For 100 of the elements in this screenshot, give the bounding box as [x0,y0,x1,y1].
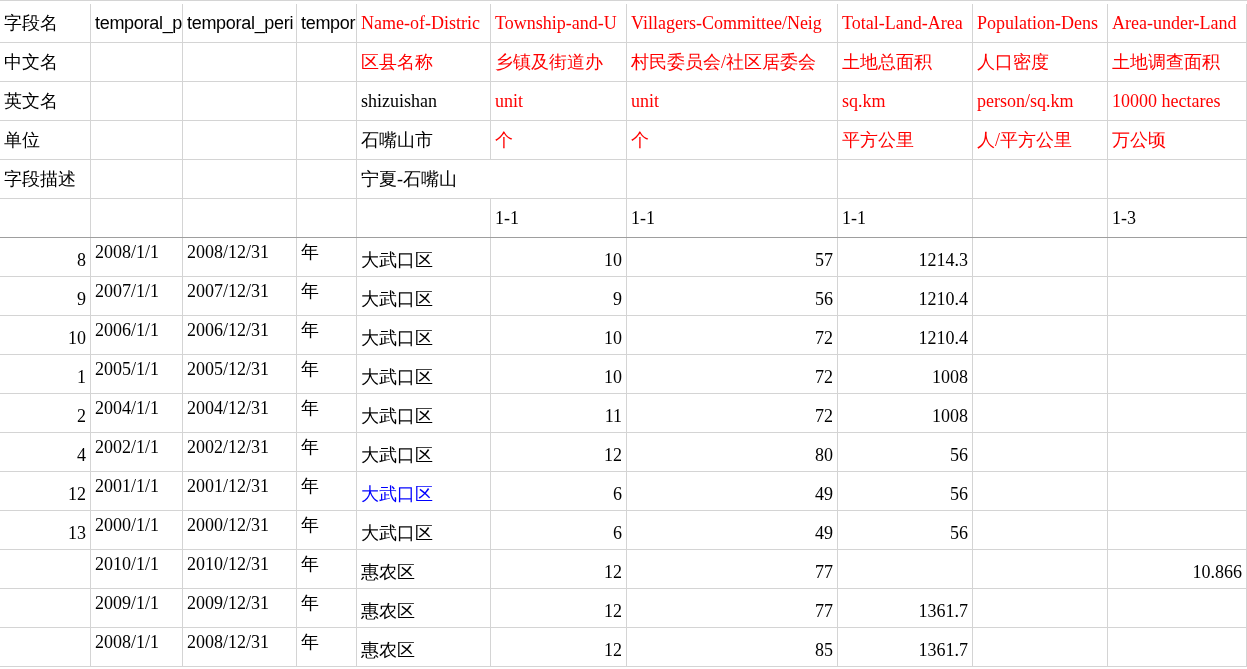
cell-text: 大武口区 [361,366,433,389]
cell-text: 1-1 [842,206,866,230]
cell-text: 1361.7 [918,600,968,623]
cell-text: 10.866 [1192,561,1242,584]
cell-text: 1210.4 [918,288,968,311]
cell-text: 49 [815,483,833,506]
cell-text: 80 [815,444,833,467]
cell-text: 2001/1/1 [95,475,159,498]
cell-text: Population-Dens [977,11,1098,35]
cell-text: 大武口区 [361,483,433,506]
cell-text: 惠农区 [361,600,415,623]
cell-text: 1008 [932,405,968,428]
cell-text: 大武口区 [361,405,433,428]
cell-text: 惠农区 [361,561,415,584]
cell-text: 年 [301,319,319,342]
cell-text: 2001/12/31 [187,475,269,498]
cell-text: 1214.3 [918,249,968,272]
cell-text: 2000/12/31 [187,514,269,537]
cell-text: 2 [77,405,86,428]
cell-text: 字段描述 [4,167,76,191]
cell-text: 万公顷 [1112,128,1166,152]
cell-text: 字段名 [4,11,58,35]
cell-text: 10000 hectares [1112,89,1221,113]
cell-text: 年 [301,280,319,303]
cell-text: 1361.7 [918,639,968,662]
cell-text: 4 [77,444,86,467]
cell-text: temporal_peri [187,11,294,36]
cell-text: 56 [950,522,968,545]
cell-text: 年 [301,436,319,459]
cell-text: 年 [301,475,319,498]
cell-text: temporal_p [95,11,182,36]
cell-text: 77 [815,600,833,623]
cell-text: 惠农区 [361,639,415,662]
cell-text: 单位 [4,128,40,152]
cell-text: 大武口区 [361,327,433,350]
cell-text: 12 [604,561,622,584]
cell-text: 2007/1/1 [95,280,159,303]
cell-text: sq.km [842,89,886,113]
cell-text: tempor [301,11,356,35]
cell-text: 2000/1/1 [95,514,159,537]
cell-text: 56 [815,288,833,311]
cell-text: 2008/12/31 [187,631,269,654]
cell-text: 12 [68,483,86,506]
cell-text: Name-of-Distric [361,11,480,35]
cell-text: 72 [815,327,833,350]
cell-text: 2004/1/1 [95,397,159,420]
cell-text: 中文名 [4,50,58,74]
cell-text: 1-1 [631,206,655,230]
cell-text: 宁夏-石嘴山 [361,167,457,191]
cell-text: 49 [815,522,833,545]
cell-text: 平方公里 [842,128,914,152]
cell-text: 大武口区 [361,444,433,467]
cell-text: 6 [613,522,622,545]
cell-text: 2008/12/31 [187,241,269,264]
cell-text: 72 [815,405,833,428]
cell-text: 2002/12/31 [187,436,269,459]
cell-text: 10 [604,327,622,350]
cell-text: 年 [301,553,319,576]
cell-text: Total-Land-Area [842,11,963,35]
cell-text: 土地总面积 [842,50,932,74]
cell-text: 2009/12/31 [187,592,269,615]
cell-text: 年 [301,631,319,654]
cell-text: 77 [815,561,833,584]
cell-text: 56 [950,444,968,467]
cell-text: 10 [68,327,86,350]
cell-text: shizuishan [361,89,437,113]
cell-text: 2005/12/31 [187,358,269,381]
cell-text: 11 [604,405,622,428]
cell-text: 2008/1/1 [95,631,159,654]
cell-text: 1-1 [495,206,519,230]
cell-text: 1 [77,366,86,389]
cell-text: 2010/12/31 [187,553,269,576]
cell-text: 2002/1/1 [95,436,159,459]
cell-text: 2007/12/31 [187,280,269,303]
cell-text: Area-under-Land [1112,11,1237,35]
cell-text: unit [631,89,659,113]
cell-text: 年 [301,514,319,537]
cell-text: 村民委员会/社区居委会 [631,50,816,74]
cell-text: 个 [631,128,649,152]
cell-text: person/sq.km [977,89,1074,113]
cell-text: 12 [604,444,622,467]
cell-text: 石嘴山市 [361,128,433,152]
cell-text: 1008 [932,366,968,389]
cell-text: Villagers-Committee/Neig [631,11,822,35]
cell-text: 年 [301,358,319,381]
cell-text: 85 [815,639,833,662]
cell-text: 10 [604,366,622,389]
cell-text: 2006/1/1 [95,319,159,342]
cell-text: 56 [950,483,968,506]
cell-text: 1210.4 [918,327,968,350]
cell-text: 2009/1/1 [95,592,159,615]
cell-text: 12 [604,639,622,662]
cell-text: 2005/1/1 [95,358,159,381]
cell-text: 13 [68,522,86,545]
cell-text: 10 [604,249,622,272]
cell-text: 个 [495,128,513,152]
cell-text: unit [495,89,523,113]
cell-text: 6 [613,483,622,506]
cell-text: 大武口区 [361,288,433,311]
cell-text: 区县名称 [361,50,433,74]
